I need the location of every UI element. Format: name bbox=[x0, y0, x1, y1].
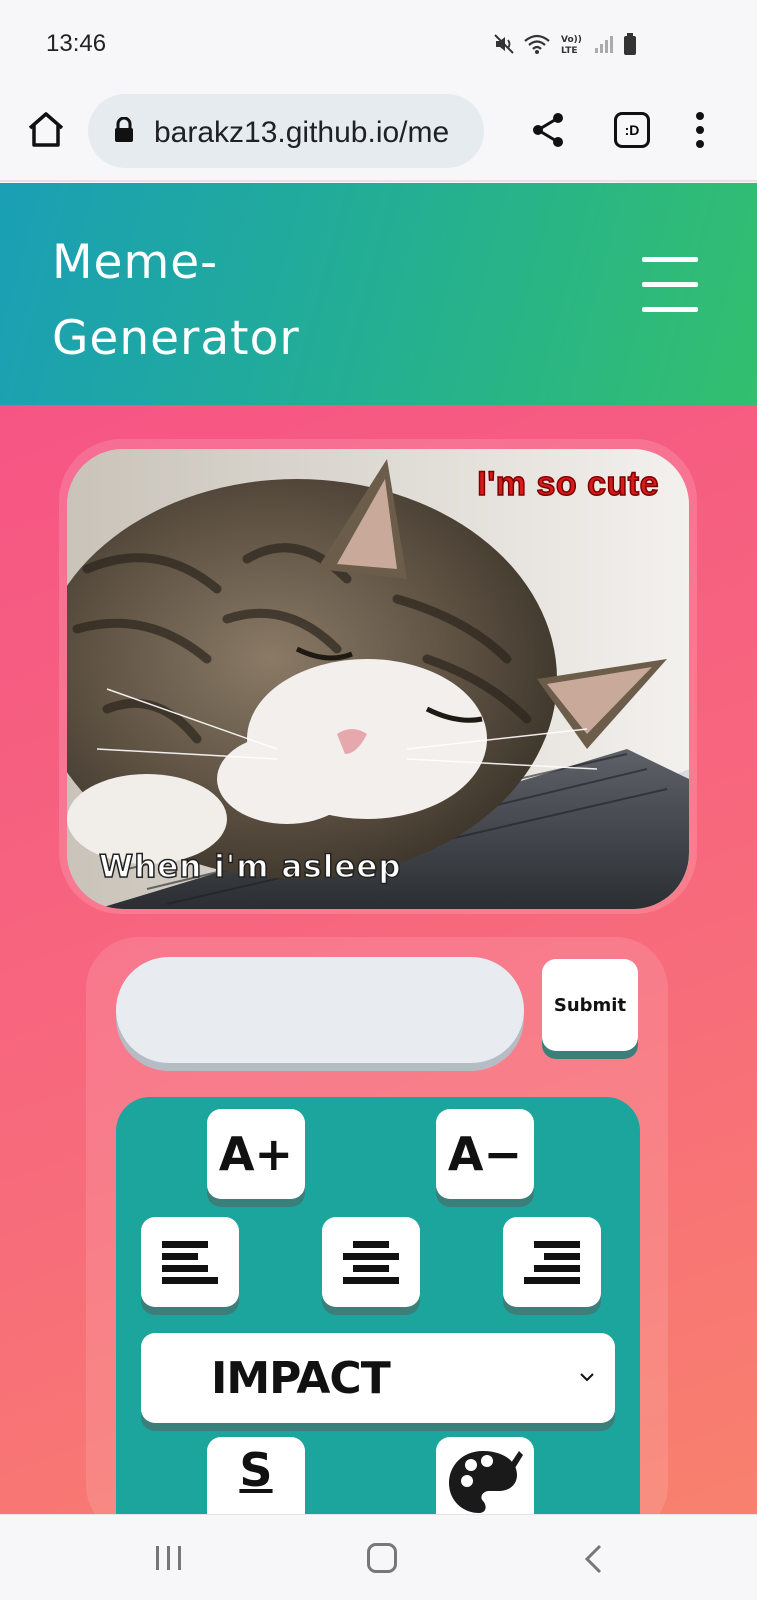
svg-text:Vo)): Vo)) bbox=[561, 35, 582, 45]
mute-icon bbox=[494, 34, 514, 54]
submit-button[interactable]: Submit bbox=[542, 959, 638, 1051]
increase-font-button[interactable]: A+ bbox=[207, 1109, 305, 1199]
share-icon[interactable] bbox=[528, 110, 568, 150]
site-header: Meme-Generator bbox=[0, 183, 757, 405]
meme-text-input[interactable] bbox=[116, 957, 524, 1063]
align-left-button[interactable] bbox=[141, 1217, 239, 1307]
status-bar: 13:46 Vo)) LTE bbox=[0, 0, 757, 92]
align-left-icon bbox=[162, 1241, 218, 1284]
status-time: 13:46 bbox=[46, 30, 107, 57]
cat-image bbox=[67, 449, 689, 909]
browser-toolbar: barakz13.github.io/me :D bbox=[0, 92, 757, 182]
align-center-button[interactable] bbox=[322, 1217, 420, 1307]
system-nav-bar bbox=[0, 1514, 757, 1600]
palette-icon bbox=[449, 1451, 523, 1513]
battery-icon bbox=[624, 33, 636, 55]
status-icons: Vo)) LTE bbox=[493, 32, 637, 56]
tools-panel: A+ A− IMPACT S bbox=[116, 1097, 640, 1557]
signal-icon bbox=[595, 36, 613, 53]
chevron-down-icon bbox=[580, 1373, 594, 1382]
meme-canvas-container: I'm so cute When i'm asleep bbox=[59, 439, 697, 914]
font-family-select[interactable]: IMPACT bbox=[141, 1333, 615, 1423]
meme-bottom-text[interactable]: When i'm asleep bbox=[98, 848, 402, 886]
align-right-icon bbox=[524, 1241, 580, 1284]
volte-icon: Vo)) LTE bbox=[561, 35, 582, 56]
site-title[interactable]: Meme-Generator bbox=[52, 225, 352, 377]
more-vert-icon[interactable] bbox=[688, 108, 712, 152]
url-text: barakz13.github.io/me bbox=[154, 116, 450, 149]
font-select-value: IMPACT bbox=[211, 1353, 391, 1404]
main-content: I'm so cute When i'm asleep Submit A+ A− bbox=[0, 405, 757, 1557]
address-bar[interactable]: barakz13.github.io/me bbox=[88, 94, 484, 168]
tabs-button[interactable]: :D bbox=[614, 112, 650, 148]
meme-top-text[interactable]: I'm so cute bbox=[477, 464, 660, 504]
hamburger-icon[interactable] bbox=[642, 257, 698, 315]
decrease-font-button[interactable]: A− bbox=[436, 1109, 534, 1199]
lock-icon bbox=[115, 117, 133, 142]
editor-controls: Submit A+ A− IMPACT S bbox=[86, 937, 668, 1557]
meme-canvas[interactable]: I'm so cute When i'm asleep bbox=[67, 449, 689, 909]
home-icon[interactable] bbox=[367, 1543, 397, 1573]
back-icon[interactable] bbox=[582, 1543, 604, 1575]
home-icon[interactable] bbox=[26, 110, 66, 150]
recents-icon[interactable] bbox=[154, 1545, 184, 1571]
wifi-icon bbox=[524, 34, 550, 54]
svg-text:LTE: LTE bbox=[561, 46, 578, 56]
align-right-button[interactable] bbox=[503, 1217, 601, 1307]
align-center-icon bbox=[343, 1241, 399, 1284]
